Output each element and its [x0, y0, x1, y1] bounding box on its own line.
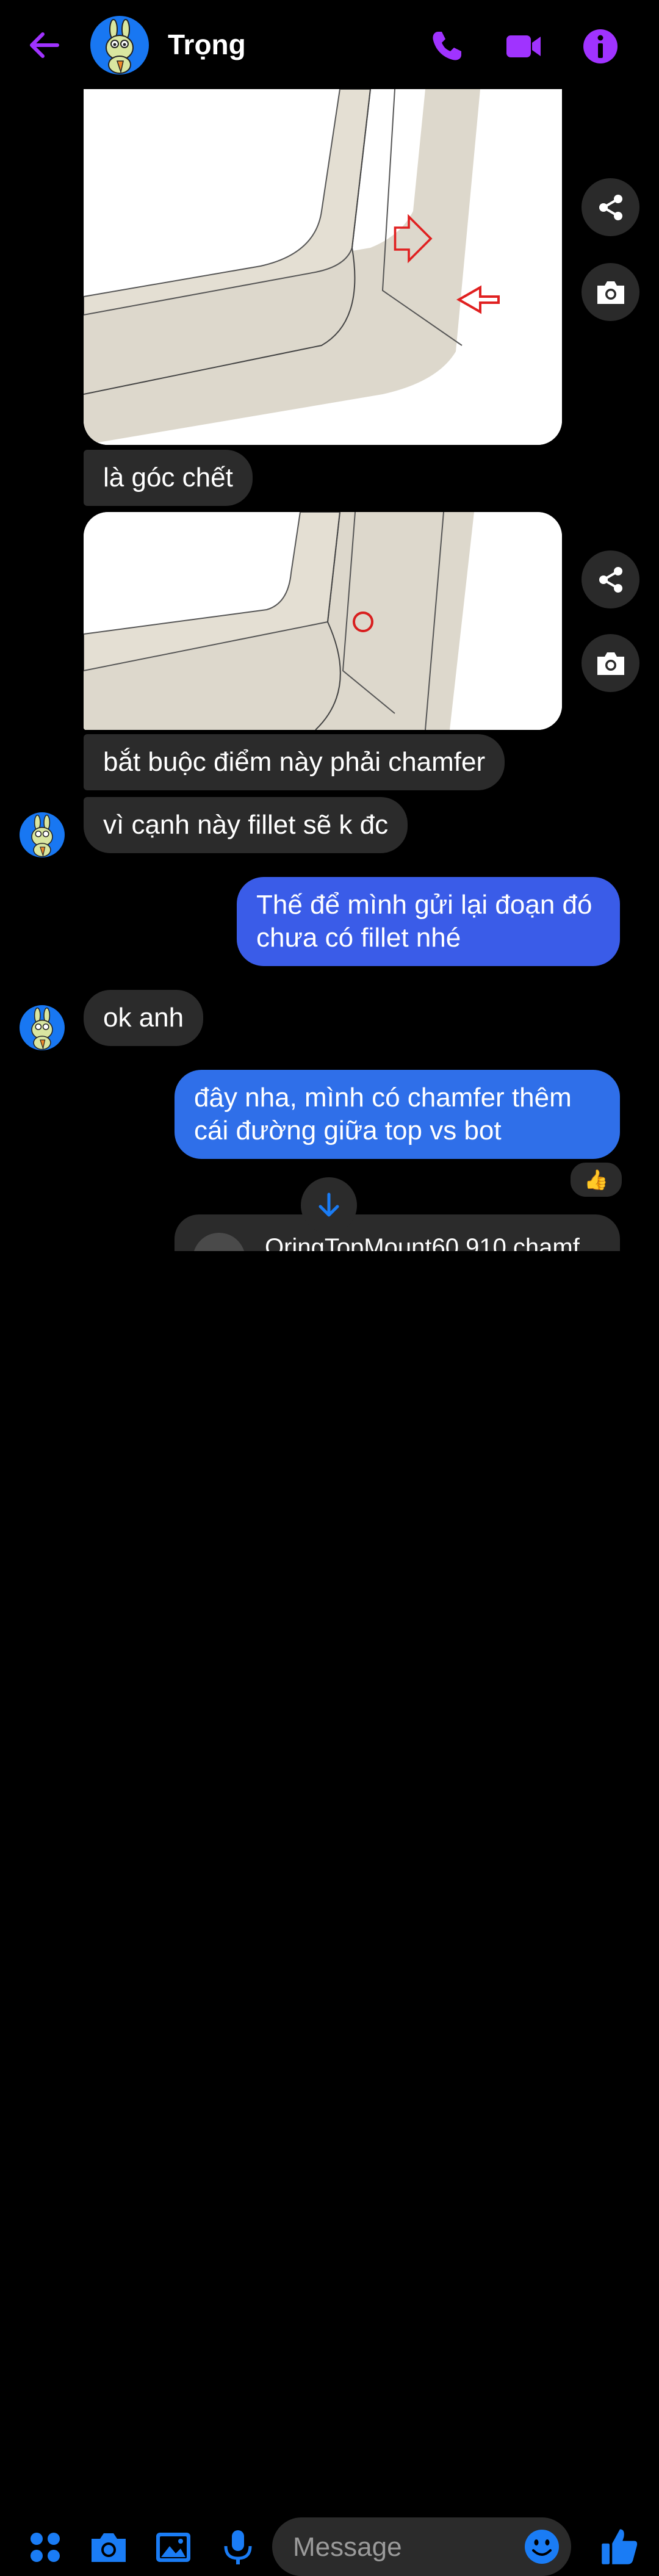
- save-photo-button[interactable]: [582, 263, 639, 321]
- share-button[interactable]: [582, 550, 639, 608]
- message-bubble[interactable]: đây nha, mình có chamfer thêm cái đường …: [175, 1070, 620, 1159]
- like-icon[interactable]: [599, 2525, 641, 2567]
- video-camera-icon[interactable]: [504, 27, 543, 66]
- message-bubble[interactable]: vì cạnh này fillet sẽ k đc: [84, 797, 408, 853]
- contact-name[interactable]: Trọng: [168, 28, 246, 61]
- contact-avatar[interactable]: [90, 16, 149, 74]
- emoji-icon[interactable]: [522, 2527, 561, 2566]
- message-input-container[interactable]: [272, 2517, 571, 2576]
- camera-icon: [597, 281, 624, 304]
- apps-icon[interactable]: [26, 2528, 65, 2567]
- camera-icon[interactable]: [89, 2528, 128, 2567]
- gallery-icon[interactable]: [154, 2528, 193, 2567]
- message-line: chưa có fillet nhé: [256, 923, 461, 953]
- message-composer: [0, 1252, 659, 2576]
- arrow-down-icon: [319, 1192, 339, 1217]
- file-attachment[interactable]: OringTopMount60.910.chamf: [175, 1214, 620, 1251]
- save-photo-button[interactable]: [582, 634, 639, 692]
- message-bubble[interactable]: Thế để mình gửi lại đoạn đó chưa có fill…: [237, 877, 620, 966]
- camera-icon: [597, 652, 624, 675]
- share-icon: [599, 566, 622, 593]
- message-line: cái đường giữa top vs bot: [194, 1116, 502, 1145]
- cad-render-image[interactable]: [84, 512, 562, 730]
- file-name: OringTopMount60.910.chamf: [265, 1234, 580, 1251]
- phone-icon[interactable]: [427, 27, 466, 66]
- share-button[interactable]: [582, 178, 639, 236]
- contact-avatar[interactable]: [20, 1005, 65, 1050]
- reaction-badge[interactable]: 👍: [569, 1161, 624, 1199]
- file-icon: [193, 1233, 245, 1251]
- back-arrow-icon[interactable]: [26, 27, 62, 63]
- message-bubble[interactable]: ok anh: [84, 990, 204, 1046]
- message-bubble[interactable]: bắt buộc điểm này phải chamfer: [84, 734, 505, 790]
- message-bubble[interactable]: là góc chết: [84, 450, 253, 506]
- message-line: Thế để mình gửi lại đoạn đó: [256, 890, 592, 920]
- scroll-to-bottom-button[interactable]: [301, 1177, 357, 1233]
- conversation-header: Trọng: [0, 0, 659, 90]
- info-icon[interactable]: [581, 27, 620, 66]
- message-input[interactable]: [292, 2528, 514, 2566]
- contact-avatar[interactable]: [20, 812, 65, 857]
- share-icon: [599, 194, 622, 220]
- cad-render-image[interactable]: [84, 89, 562, 445]
- message-line: đây nha, mình có chamfer thêm: [194, 1083, 572, 1113]
- microphone-icon[interactable]: [218, 2528, 257, 2567]
